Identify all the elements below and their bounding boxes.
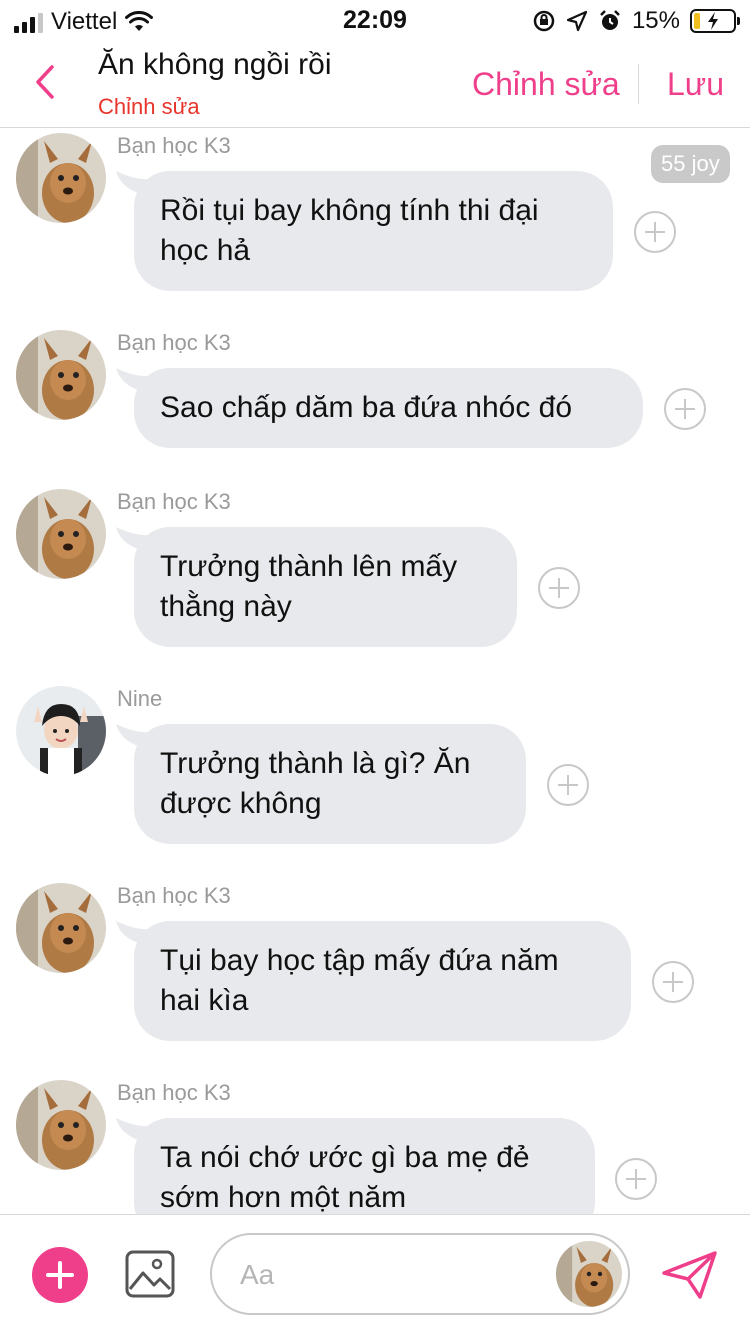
message-text-line: Rồi tụi bay không tính thi đại	[160, 194, 539, 227]
send-button[interactable]	[660, 1249, 720, 1301]
message-text-line: Trưởng thành lên mấy	[160, 550, 458, 583]
message-list[interactable]: Bạn học K3 Rồi tụi bay không tính thi đạ…	[0, 129, 750, 1214]
message-input[interactable]	[240, 1255, 540, 1295]
persona-avatar[interactable]	[556, 1241, 622, 1307]
orientation-lock-icon	[533, 10, 555, 32]
avatar[interactable]	[16, 883, 106, 973]
avatar[interactable]	[16, 330, 106, 420]
sender-name: Bạn học K3	[117, 1080, 231, 1105]
image-icon[interactable]	[124, 1249, 176, 1299]
message-text-line: Ta nói chớ ước gì ba mẹ đẻ	[160, 1141, 530, 1174]
message-input-wrapper	[210, 1233, 630, 1315]
edit-button[interactable]: Chỉnh sửa	[472, 66, 620, 103]
message-bubble[interactable]: Sao chấp dăm ba đứa nhóc đó	[134, 368, 643, 448]
avatar[interactable]	[16, 1080, 106, 1170]
avatar[interactable]	[16, 686, 106, 776]
battery-percent: 15%	[631, 7, 680, 34]
react-button[interactable]	[652, 961, 694, 1003]
location-icon	[566, 10, 588, 32]
message-row: Bạn học K3 Rồi tụi bay không tính thi đạ…	[0, 129, 750, 319]
message-text-line: Trưởng thành là gì? Ăn	[160, 747, 471, 780]
header-divider	[638, 64, 639, 104]
message-bubble[interactable]: Ta nói chớ ước gì ba mẹ đẻ sớm hơn một n…	[134, 1118, 595, 1214]
send-icon	[662, 1251, 717, 1299]
back-button[interactable]	[30, 62, 60, 102]
sender-name: Bạn học K3	[117, 133, 231, 158]
composer-bar	[0, 1214, 750, 1334]
save-button[interactable]: Lưu	[667, 66, 724, 103]
joy-badge: 55 joy	[651, 145, 730, 183]
chevron-left-icon	[36, 65, 54, 99]
message-text-line: thằng này	[160, 590, 292, 623]
status-right: 15%	[532, 7, 740, 35]
react-button[interactable]	[547, 764, 589, 806]
react-button[interactable]	[538, 567, 580, 609]
alarm-icon	[600, 10, 620, 30]
conversation-title: Ăn không ngồi rồi	[98, 48, 332, 81]
sender-name: Bạn học K3	[117, 330, 231, 355]
conversation-header: Ăn không ngồi rồi Chỉnh sửa Chỉnh sửa Lư…	[0, 42, 750, 128]
message-text-line: được không	[160, 787, 322, 820]
react-button[interactable]	[634, 211, 676, 253]
message-row: Nine Trưởng thành là gì? Ăn được không	[0, 682, 750, 872]
avatar[interactable]	[16, 133, 106, 223]
message-text-line: học hả	[160, 234, 251, 267]
message-bubble[interactable]: Rồi tụi bay không tính thi đại học hả	[134, 171, 613, 291]
message-row: Bạn học K3 Sao chấp dăm ba đứa nhóc đó	[0, 326, 750, 466]
message-bubble[interactable]: Trưởng thành lên mấy thằng này	[134, 527, 517, 647]
message-text-line: hai kìa	[160, 984, 249, 1017]
sender-name: Bạn học K3	[117, 883, 231, 908]
message-bubble[interactable]: Tụi bay học tập mấy đứa năm hai kìa	[134, 921, 631, 1041]
react-button[interactable]	[615, 1158, 657, 1200]
message-row: Bạn học K3 Ta nói chớ ước gì ba mẹ đẻ sớ…	[0, 1076, 750, 1214]
avatar[interactable]	[16, 489, 106, 579]
message-bubble[interactable]: Trưởng thành là gì? Ăn được không	[134, 724, 526, 844]
battery-icon	[690, 9, 740, 33]
message-row: Bạn học K3 Tụi bay học tập mấy đứa năm h…	[0, 879, 750, 1069]
message-text-line: sớm hơn một năm	[160, 1181, 407, 1214]
conversation-subtitle[interactable]: Chỉnh sửa	[98, 94, 200, 120]
react-button[interactable]	[664, 388, 706, 430]
message-text-line: Sao chấp dăm ba đứa nhóc đó	[160, 391, 573, 424]
message-text-line: Tụi bay học tập mấy đứa năm	[160, 944, 559, 977]
add-button[interactable]	[32, 1247, 88, 1303]
status-bar: Viettel 22:09 15%	[0, 0, 750, 42]
message-row: Bạn học K3 Trưởng thành lên mấy thằng nà…	[0, 485, 750, 675]
sender-name: Bạn học K3	[117, 489, 231, 514]
sender-name: Nine	[117, 686, 163, 711]
